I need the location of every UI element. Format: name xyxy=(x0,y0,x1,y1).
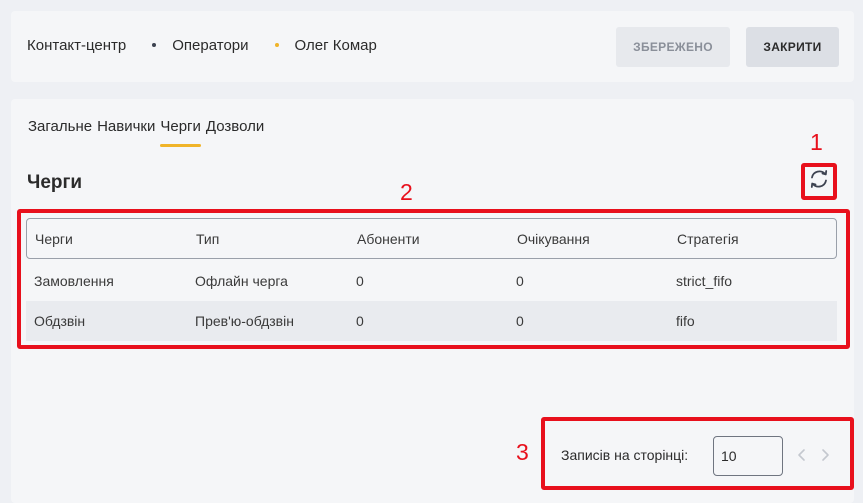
tab-general[interactable]: Загальне xyxy=(28,118,92,146)
pagination: Записів на сторінці: xyxy=(541,417,854,490)
cell-queue: Замовлення xyxy=(34,273,114,289)
page-header: Контакт-центр Оператори Олег Комар ЗБЕРЕ… xyxy=(11,11,854,82)
cell-strategy: fifo xyxy=(676,313,695,329)
column-header-queues[interactable]: Черги xyxy=(35,231,73,247)
annotation-3: 3 xyxy=(516,439,529,465)
refresh-button[interactable] xyxy=(801,163,837,200)
tab-bar: Загальне Навички Черги Дозволи xyxy=(28,118,269,147)
chevron-right-icon[interactable] xyxy=(817,445,833,465)
breadcrumb-contact-center[interactable]: Контакт-центр xyxy=(27,37,126,54)
breadcrumb-separator-dot xyxy=(152,42,157,47)
page-size-label: Записів на сторінці: xyxy=(561,447,689,463)
cell-subscribers: 0 xyxy=(356,313,364,329)
breadcrumb-operators[interactable]: Оператори xyxy=(172,37,248,54)
chevron-left-icon[interactable] xyxy=(794,445,810,465)
cell-subscribers: 0 xyxy=(356,273,364,289)
cell-strategy: strict_fifo xyxy=(676,273,733,289)
column-header-subscribers[interactable]: Абоненти xyxy=(357,231,420,247)
breadcrumb: Контакт-центр Оператори Олег Комар xyxy=(27,37,377,54)
queues-table: Черги Тип Абоненти Очікування Стратегія … xyxy=(17,209,850,349)
column-header-strategy[interactable]: Стратегія xyxy=(677,231,739,247)
column-header-type[interactable]: Тип xyxy=(196,231,219,247)
operator-panel: Загальне Навички Черги Дозволи Черги 1 2… xyxy=(11,99,854,503)
cell-queue: Обдзвін xyxy=(34,313,86,329)
tab-queues[interactable]: Черги xyxy=(160,118,201,147)
cell-type: Офлайн черга xyxy=(195,273,288,289)
table-row[interactable]: Замовлення Офлайн черга 0 0 strict_fifo xyxy=(26,261,837,301)
annotation-2: 2 xyxy=(400,179,413,205)
cell-type: Прев'ю-обдзвін xyxy=(195,313,294,329)
table-row[interactable]: Обдзвін Прев'ю-обдзвін 0 0 fifo xyxy=(26,301,837,341)
saved-button[interactable]: ЗБЕРЕЖЕНО xyxy=(616,27,730,67)
close-button[interactable]: ЗАКРИТИ xyxy=(746,27,839,67)
table-header: Черги Тип Абоненти Очікування Стратегія xyxy=(26,218,837,259)
breadcrumb-separator-dot xyxy=(274,42,279,47)
annotation-1: 1 xyxy=(810,129,823,155)
cell-waiting: 0 xyxy=(516,313,524,329)
refresh-icon xyxy=(808,168,830,195)
page-size-input[interactable] xyxy=(713,436,783,476)
tab-skills[interactable]: Навички xyxy=(97,118,155,146)
cell-waiting: 0 xyxy=(516,273,524,289)
tab-permissions[interactable]: Дозволи xyxy=(206,118,264,146)
breadcrumb-current-operator: Олег Комар xyxy=(294,37,377,54)
column-header-waiting[interactable]: Очікування xyxy=(517,231,590,247)
section-title: Черги xyxy=(27,172,83,193)
